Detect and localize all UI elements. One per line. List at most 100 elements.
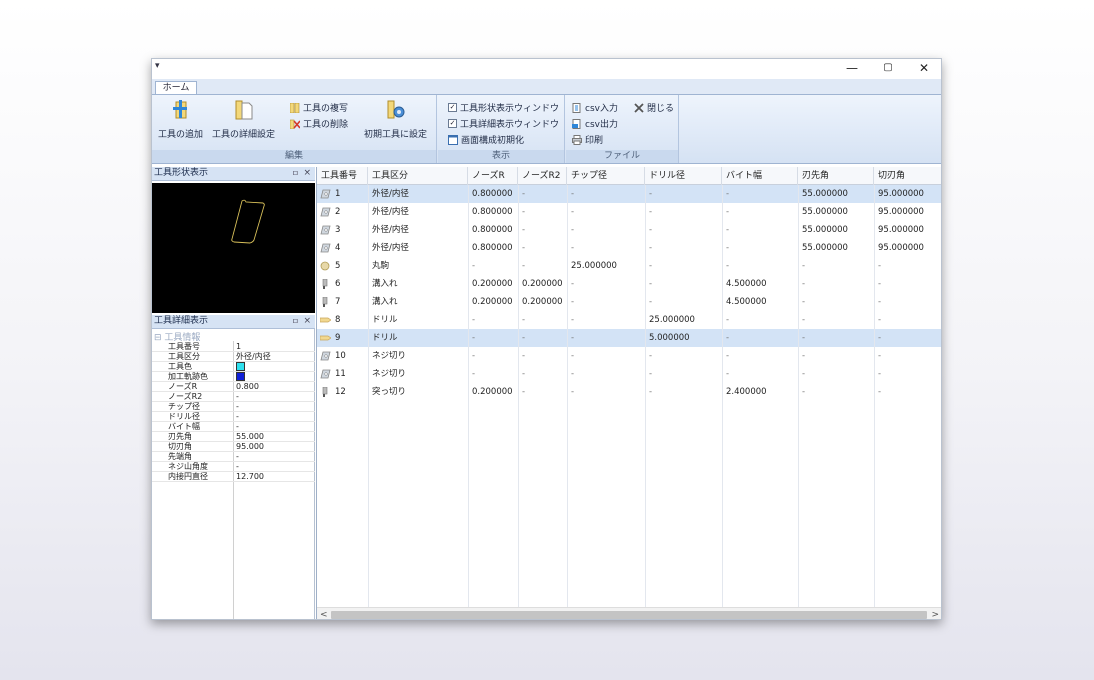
property-row[interactable]: 切刃角 95.000 (152, 442, 315, 452)
table-row[interactable]: 9 ドリル - - - 5.000000 - - - (317, 329, 941, 347)
property-row[interactable]: 先端角 - (152, 452, 315, 462)
detail-panel-close-icon[interactable]: × (303, 315, 311, 328)
table-row[interactable]: 2 外径/内径 0.800000- - - -55.000000 95.000000 (317, 203, 941, 221)
property-row[interactable]: 刃先角 55.000 (152, 432, 315, 442)
column-header[interactable]: ノーズR (468, 167, 518, 185)
property-row[interactable]: ドリル径 - (152, 412, 315, 422)
maximize-button[interactable]: ▢ (874, 60, 902, 76)
cell-noseR2: - (522, 189, 526, 199)
detail-panel-pin-icon[interactable]: ㅁ (292, 315, 299, 328)
scroll-left-icon[interactable]: < (320, 608, 328, 619)
property-name: ノーズR2 (168, 392, 203, 401)
property-value[interactable]: - (236, 422, 239, 432)
cell-noseR: - (472, 315, 476, 325)
scroll-right-icon[interactable]: > (931, 608, 939, 619)
csv-export-button[interactable]: csv出力 (572, 117, 618, 130)
property-value[interactable]: - (236, 402, 239, 412)
property-value[interactable]: - (236, 452, 239, 462)
close-window-button[interactable]: ✕ (910, 60, 938, 76)
property-value[interactable]: 外径/内径 (236, 352, 271, 362)
property-row[interactable]: 加工軌跡色 (152, 372, 315, 382)
cell-noseR: - (472, 333, 476, 343)
property-color-value[interactable] (236, 362, 245, 372)
cell-chip: - (571, 225, 575, 235)
delete-tool-button[interactable]: 工具の削除 (290, 117, 348, 130)
property-value[interactable]: 55.000 (236, 432, 264, 442)
property-row[interactable]: 工具番号 1 (152, 342, 315, 352)
property-row[interactable]: ノーズR 0.800 (152, 382, 315, 392)
tool-detail-settings-button[interactable]: 工具の詳細設定 (212, 99, 275, 140)
property-color-value[interactable] (236, 372, 245, 382)
table-row[interactable]: 12 突っ切り 0.200000- - -2.400000- - (317, 383, 941, 401)
toggle-detail-window[interactable]: ✓ 工具詳細表示ウィンドウ (448, 117, 559, 130)
color-swatch[interactable] (236, 362, 245, 371)
column-header[interactable]: ドリル径 (645, 167, 722, 185)
column-header[interactable]: 刃先角 (798, 167, 874, 185)
cell-type: ネジ切り (372, 351, 407, 361)
column-header[interactable]: 工具区分 (368, 167, 468, 185)
table-row[interactable]: 5 丸駒 - - 25.000000 - - - - (317, 257, 941, 275)
column-header[interactable]: チップ径 (567, 167, 645, 185)
minimize-button[interactable]: — (838, 60, 866, 76)
cell-tip: - (802, 279, 806, 289)
property-row[interactable]: 工具区分 外径/内径 (152, 352, 315, 362)
cell-tip: - (802, 333, 806, 343)
column-divider (722, 185, 723, 607)
set-initial-tools-button[interactable]: 初期工具に設定 (364, 99, 427, 140)
close-button[interactable]: 閉じる (634, 101, 674, 114)
scrollbar-thumb[interactable] (331, 611, 927, 619)
property-row[interactable]: ネジ山角度 - (152, 462, 315, 472)
table-row[interactable]: 6 溝入れ 0.200000 0.200000- -4.500000- - (317, 275, 941, 293)
property-value[interactable]: 0.800 (236, 382, 259, 392)
table-row[interactable]: 8 ドリル - - - 25.000000 - - - (317, 311, 941, 329)
property-row[interactable]: バイト幅 - (152, 422, 315, 432)
column-header[interactable]: バイト幅 (722, 167, 798, 185)
toggle-shape-window[interactable]: ✓ 工具形状表示ウィンドウ (448, 101, 559, 114)
property-value[interactable]: - (236, 462, 239, 472)
cell-noseR: 0.800000 (472, 243, 513, 253)
printer-icon (572, 134, 582, 145)
column-header[interactable]: ノーズR2 (518, 167, 567, 185)
property-row[interactable]: 工具色 (152, 362, 315, 372)
property-value[interactable]: 95.000 (236, 442, 264, 452)
cell-noseR2: - (522, 261, 526, 271)
property-value[interactable]: 1 (236, 342, 241, 352)
shape-window-checkbox[interactable]: ✓ (448, 103, 457, 112)
property-row[interactable]: 内接円直径 12.700 (152, 472, 315, 482)
table-row[interactable]: 4 外径/内径 0.800000- - - -55.000000 95.000000 (317, 239, 941, 257)
property-value[interactable]: - (236, 412, 239, 422)
table-row[interactable]: 3 外径/内径 0.800000- - - -55.000000 95.000000 (317, 221, 941, 239)
cell-tip: 55.000000 (802, 225, 848, 235)
color-swatch[interactable] (236, 372, 245, 381)
ribbon-group-file: csv入力 csv出力 印刷 閉じる ファイル (566, 95, 679, 163)
cell-chip: - (571, 333, 575, 343)
property-row[interactable]: ノーズR2 - (152, 392, 315, 402)
column-header[interactable]: 切刃角 (874, 167, 941, 185)
table-row[interactable]: 11 ネジ切り - - - - - - - (317, 365, 941, 383)
property-value[interactable]: - (236, 392, 239, 402)
property-row[interactable]: チップ径 - (152, 402, 315, 412)
column-header[interactable]: 工具番号 (317, 167, 368, 185)
table-row[interactable]: 7 溝入れ 0.200000 0.200000- -4.500000- - (317, 293, 941, 311)
cell-tip: - (802, 369, 806, 379)
delete-tool-label: 工具の削除 (303, 120, 349, 130)
shape-panel-pin-icon[interactable]: ㅁ (292, 167, 299, 180)
copy-tool-button[interactable]: 工具の複写 (290, 101, 348, 114)
detail-window-checkbox[interactable]: ✓ (448, 119, 457, 128)
table-row[interactable]: 1 外径/内径 0.800000- - - -55.000000 95.000000 (317, 185, 941, 203)
cell-drill: - (649, 189, 653, 199)
reset-layout-button[interactable]: 画面構成初期化 (448, 133, 524, 146)
property-name: ネジ山角度 (168, 462, 208, 471)
horizontal-scrollbar[interactable]: < > (317, 607, 941, 619)
csv-import-button[interactable]: csv入力 (572, 101, 618, 114)
property-value[interactable]: 12.700 (236, 472, 264, 482)
add-tool-button[interactable]: 工具の追加 (158, 99, 203, 140)
detail-panel-title: 工具詳細表示 (154, 316, 209, 326)
quick-access-dropdown-icon[interactable]: ▾ (155, 61, 160, 71)
shape-panel-close-icon[interactable]: × (303, 167, 311, 180)
print-button[interactable]: 印刷 (572, 133, 603, 146)
cell-no: 3 (335, 225, 341, 235)
table-row[interactable]: 10 ネジ切り - - - - - - - (317, 347, 941, 365)
cell-drill: - (649, 351, 653, 361)
cell-bite: - (726, 333, 730, 343)
